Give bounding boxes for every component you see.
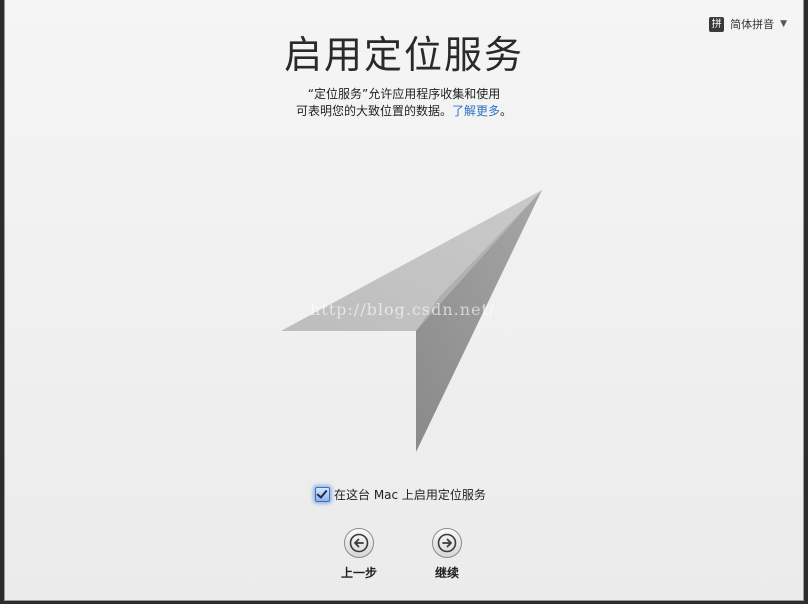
description-text: 可表明您的大致位置的数据。 [295,104,452,118]
page-title: 启用定位服务 [283,33,524,77]
continue-circle[interactable] [432,528,462,558]
back-circle[interactable] [344,528,374,558]
description-line-2: 可表明您的大致位置的数据。了解更多。 [5,103,803,120]
arrow-left-icon [349,533,369,553]
continue-label: 继续 [434,566,459,580]
learn-more-link[interactable]: 了解更多 [452,104,500,118]
back-button[interactable]: 上一步 [341,528,377,581]
setup-assistant-window: 拼 简体拼音 ▼ 启用定位服务 “定位服务”允许应用程序收集和使用 可表明您的大… [4,0,804,601]
watermark-text: http://blog.csdn.net/ [310,300,496,319]
location-arrow-icon [281,190,542,452]
enable-location-label: 在这台 Mac 上启用定位服务 [334,488,486,502]
enable-location-row[interactable]: 在这台 Mac 上启用定位服务 [315,486,486,503]
arrow-right-icon [437,533,457,553]
continue-button[interactable]: 继续 [432,528,462,581]
enable-location-checkbox[interactable] [315,487,330,502]
description-line-1: “定位服务”允许应用程序收集和使用 [307,87,501,101]
description-end: 。 [500,104,513,118]
back-label: 上一步 [341,566,378,580]
page-description: “定位服务”允许应用程序收集和使用 可表明您的大致位置的数据。了解更多。 [5,86,803,120]
